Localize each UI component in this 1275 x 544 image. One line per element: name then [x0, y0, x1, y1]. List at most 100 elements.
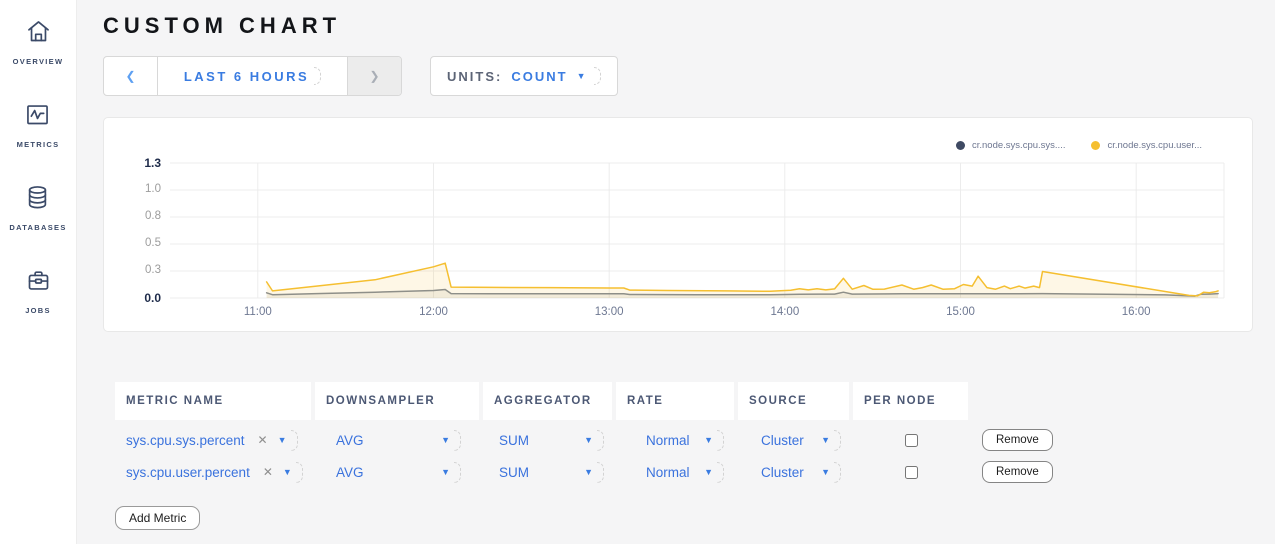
sidebar-item-label: METRICS [17, 140, 60, 149]
main-content: CUSTOM CHART ❮ LAST 6 HOURS ❯ UNITS: COU… [77, 0, 1275, 544]
column-header: METRIC NAME [115, 382, 311, 420]
sidebar-item-overview[interactable]: OVERVIEW [13, 18, 64, 66]
units-dropdown[interactable]: UNITS: COUNT ▼ [430, 56, 618, 96]
x-axis-label: 13:00 [579, 306, 639, 318]
source-select[interactable]: Cluster ▼ [738, 456, 849, 488]
caret-down-icon: ▼ [441, 468, 450, 477]
dashed-outline [597, 430, 604, 451]
units-label: UNITS: [447, 69, 502, 84]
clear-metric-icon[interactable]: ✕ [258, 433, 268, 447]
dashed-outline [296, 462, 303, 483]
x-axis-label: 11:00 [228, 306, 288, 318]
dashed-outline [717, 462, 724, 483]
column-header: DOWNSAMPLER [315, 382, 479, 420]
y-axis-label: 1.0 [104, 183, 161, 195]
metric-name-value: sys.cpu.user.percent [126, 465, 250, 480]
caret-down-icon: ▼ [584, 468, 593, 477]
column-header: SOURCE [738, 382, 849, 420]
caret-down-icon: ▼ [704, 468, 713, 477]
sidebar-item-label: DATABASES [9, 223, 66, 232]
y-axis-label: 1.3 [104, 156, 161, 170]
page-title: CUSTOM CHART [103, 13, 1275, 39]
chart-card: cr.node.sys.cpu.sys.... cr.node.sys.cpu.… [103, 117, 1253, 332]
dashed-outline [834, 430, 841, 451]
metrics-icon [24, 101, 51, 133]
rate-select[interactable]: Normal ▼ [616, 456, 734, 488]
sidebar-item-metrics[interactable]: METRICS [17, 101, 60, 149]
column-header-blank [972, 382, 1162, 420]
downsampler-select[interactable]: AVG ▼ [315, 456, 479, 488]
add-metric-button[interactable]: Add Metric [115, 506, 200, 530]
databases-icon [24, 184, 51, 216]
aggregator-select[interactable]: SUM ▼ [483, 456, 612, 488]
prev-range-button[interactable]: ❮ [104, 57, 158, 95]
per-node-checkbox[interactable] [905, 434, 918, 447]
chart-plot [170, 163, 1224, 298]
per-node-cell [853, 456, 968, 488]
chevron-left-icon: ❮ [125, 69, 135, 83]
legend-label: cr.node.sys.cpu.user... [1107, 140, 1202, 151]
sidebar-item-label: JOBS [25, 306, 51, 315]
rate-select[interactable]: Normal ▼ [616, 424, 734, 456]
y-axis-label: 0.3 [104, 264, 161, 276]
x-axis-label: 12:00 [404, 306, 464, 318]
dashed-outline [454, 430, 461, 451]
column-header: PER NODE [853, 382, 968, 420]
caret-down-icon: ▼ [821, 468, 830, 477]
y-axis-label: 0.5 [104, 237, 161, 249]
dashed-outline [597, 462, 604, 483]
sidebar-item-jobs[interactable]: JOBS [25, 267, 52, 315]
time-range-dropdown[interactable]: LAST 6 HOURS [158, 57, 347, 95]
dashed-outline [314, 67, 321, 85]
aggregator-value: SUM [499, 433, 529, 448]
series-dot-icon [956, 141, 965, 150]
action-cell: Remove [972, 424, 1162, 456]
time-range-value: LAST 6 HOURS [184, 69, 309, 84]
legend-item[interactable]: cr.node.sys.cpu.sys.... [956, 140, 1065, 151]
downsampler-select[interactable]: AVG ▼ [315, 424, 479, 456]
downsampler-value: AVG [336, 465, 364, 480]
column-header: RATE [616, 382, 734, 420]
x-axis-label: 15:00 [931, 306, 991, 318]
source-value: Cluster [761, 465, 804, 480]
remove-button[interactable]: Remove [982, 429, 1053, 451]
caret-down-icon: ▼ [577, 72, 586, 81]
y-axis-label: 0.0 [104, 291, 161, 305]
rate-value: Normal [646, 465, 690, 480]
caret-down-icon: ▼ [283, 468, 292, 477]
legend-item[interactable]: cr.node.sys.cpu.user... [1091, 140, 1202, 151]
sidebar-item-label: OVERVIEW [13, 57, 64, 66]
metric-name-value: sys.cpu.sys.percent [126, 433, 245, 448]
x-axis-label: 14:00 [755, 306, 815, 318]
chevron-right-icon: ❯ [369, 69, 379, 83]
per-node-checkbox[interactable] [905, 466, 918, 479]
clear-metric-icon[interactable]: ✕ [263, 465, 273, 479]
rate-value: Normal [646, 433, 690, 448]
caret-down-icon: ▼ [584, 436, 593, 445]
units-value: COUNT [511, 69, 567, 84]
aggregator-value: SUM [499, 465, 529, 480]
source-select[interactable]: Cluster ▼ [738, 424, 849, 456]
aggregator-select[interactable]: SUM ▼ [483, 424, 612, 456]
caret-down-icon: ▼ [704, 436, 713, 445]
sidebar-item-databases[interactable]: DATABASES [9, 184, 66, 232]
per-node-cell [853, 424, 968, 456]
chart-legend: cr.node.sys.cpu.sys.... cr.node.sys.cpu.… [956, 140, 1202, 151]
remove-button[interactable]: Remove [982, 461, 1053, 483]
column-header: AGGREGATOR [483, 382, 612, 420]
dashed-outline [454, 462, 461, 483]
metric-name-dropdown[interactable]: sys.cpu.user.percent ✕ ▼ [115, 456, 311, 488]
next-range-button[interactable]: ❯ [347, 57, 401, 95]
metric-table: METRIC NAME DOWNSAMPLER AGGREGATOR RATE … [115, 382, 1275, 488]
caret-down-icon: ▼ [441, 436, 450, 445]
toolbar: ❮ LAST 6 HOURS ❯ UNITS: COUNT ▼ [103, 56, 1275, 96]
time-range-selector: ❮ LAST 6 HOURS ❯ [103, 56, 402, 96]
dashed-outline [717, 430, 724, 451]
caret-down-icon: ▼ [278, 436, 287, 445]
y-axis-label: 0.8 [104, 210, 161, 222]
metric-name-dropdown[interactable]: sys.cpu.sys.percent ✕ ▼ [115, 424, 311, 456]
downsampler-value: AVG [336, 433, 364, 448]
jobs-icon [25, 267, 52, 299]
caret-down-icon: ▼ [821, 436, 830, 445]
dashed-outline [834, 462, 841, 483]
